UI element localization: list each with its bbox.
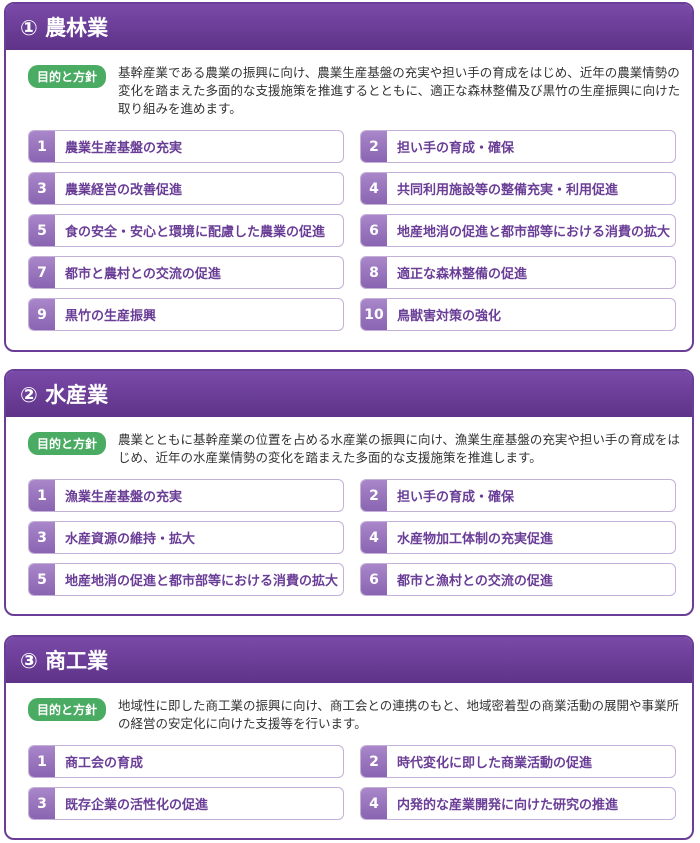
measure-number: 3 [29,173,55,204]
measure-label: 担い手の育成・確保 [397,141,515,156]
measure-item: 1 漁業生産基盤の充実 [28,479,344,512]
section-agriculture-forestry: ① 農林業 目的と方針 基幹産業である農業の振興に向け、農業生産基盤の充実や担い… [4,2,694,352]
measure-item: 4 共同利用施設等の整備充実・利用促進 [360,172,676,205]
measure-number: 4 [361,173,387,204]
measure-label: 内発的な産業開発に向けた研究の推進 [397,798,619,813]
purpose-text: 基幹産業である農業の振興に向け、農業生産基盤の充実や担い手の育成をはじめ、近年の… [118,65,681,116]
measure-number: 6 [361,564,387,595]
measure-number: 2 [361,746,387,777]
measure-item: 6 都市と漁村との交流の促進 [360,563,676,596]
measure-label: 水産資源の維持・拡大 [65,532,196,547]
measure-item: 1 商工会の育成 [28,745,344,778]
measure-number: 3 [29,522,55,553]
section-title: ① 農林業 [6,4,692,50]
measure-label: 時代変化に即した商業活動の促進 [397,756,593,771]
measure-label: 水産物加工体制の充実促進 [397,532,554,547]
measure-label: 地産地消の促進と都市部等における消費の拡大 [397,225,671,240]
measure-item: 5 食の安全・安心と環境に配慮した農業の促進 [28,214,344,247]
measure-label: 食の安全・安心と環境に配慮した農業の促進 [65,225,326,240]
measure-item: 2 時代変化に即した商業活動の促進 [360,745,676,778]
measure-item: 2 担い手の育成・確保 [360,479,676,512]
measure-label: 農業生産基盤の充実 [65,141,183,156]
measure-grid: 1 農業生産基盤の充実 2 担い手の育成・確保 3 農業経営の改善促進 4 共同利用施設… [6,118,692,331]
measure-item: 1 農業生産基盤の充実 [28,130,344,163]
measure-number: 5 [29,215,55,246]
measure-number: 4 [361,788,387,819]
section-title: ③ 商工業 [6,637,692,683]
measure-item: 3 既存企業の活性化の促進 [28,787,344,820]
section-title: ② 水産業 [6,371,692,417]
section-fisheries: ② 水産業 目的と方針 農業とともに基幹産業の位置を占める水産業の振興に向け、漁… [4,369,694,616]
measure-item: 8 適正な森林整備の促進 [360,256,676,289]
measure-item: 6 地産地消の促進と都市部等における消費の拡大 [360,214,676,247]
measure-number: 1 [29,480,55,511]
measure-label: 鳥獣害対策の強化 [397,309,502,324]
purpose-text: 地域性に即した商工業の振興に向け、商工会との連携のもと、地域密着型の商業活動の展… [118,698,680,731]
measure-label: 都市と漁村との交流の促進 [397,574,553,589]
purpose-badge: 目的と方針 [28,432,107,455]
measure-number: 2 [361,480,387,511]
measure-number: 1 [29,746,55,777]
purpose-badge: 目的と方針 [28,65,107,88]
measure-label: 地産地消の促進と都市部等における消費の拡大 [65,574,339,589]
measure-number: 5 [29,564,55,595]
measure-number: 8 [361,257,387,288]
measure-number: 10 [361,299,387,330]
measure-grid: 1 漁業生産基盤の充実 2 担い手の育成・確保 3 水産資源の維持・拡大 4 水産物加工… [6,467,692,596]
measure-item: 3 水産資源の維持・拡大 [28,521,344,554]
purpose-badge: 目的と方針 [28,698,107,721]
section-commerce-industry: ③ 商工業 目的と方針 地域性に即した商工業の振興に向け、商工会との連携のもと、… [4,635,694,840]
measure-item: 4 水産物加工体制の充実促進 [360,521,676,554]
measure-number: 7 [29,257,55,288]
measure-label: 漁業生産基盤の充実 [65,490,183,505]
measure-item: 10 鳥獣害対策の強化 [360,298,676,331]
measure-item: 9 黒竹の生産振興 [28,298,344,331]
purpose-block: 目的と方針 農業とともに基幹産業の位置を占める水産業の振興に向け、漁業生産基盤の… [6,417,692,467]
measure-number: 9 [29,299,55,330]
measure-number: 6 [361,215,387,246]
measure-label: 適正な森林整備の促進 [397,267,528,282]
measure-label: 既存企業の活性化の促進 [65,798,209,813]
measure-item: 7 都市と農村との交流の促進 [28,256,344,289]
purpose-block: 目的と方針 基幹産業である農業の振興に向け、農業生産基盤の充実や担い手の育成をは… [6,50,692,118]
measure-item: 5 地産地消の促進と都市部等における消費の拡大 [28,563,344,596]
measure-item: 4 内発的な産業開発に向けた研究の推進 [360,787,676,820]
measure-label: 商工会の育成 [65,756,144,771]
measure-label: 都市と農村との交流の促進 [65,267,221,282]
measure-number: 2 [361,131,387,162]
measure-label: 黒竹の生産振興 [65,309,157,324]
measure-label: 共同利用施設等の整備充実・利用促進 [397,183,619,198]
measure-item: 2 担い手の育成・確保 [360,130,676,163]
measure-item: 3 農業経営の改善促進 [28,172,344,205]
measure-number: 4 [361,522,387,553]
measure-grid: 1 商工会の育成 2 時代変化に即した商業活動の促進 3 既存企業の活性化の促進 4内… [6,733,692,820]
purpose-text: 農業とともに基幹産業の位置を占める水産業の振興に向け、漁業生産基盤の充実や担い手… [118,432,680,465]
measure-label: 担い手の育成・確保 [397,490,515,505]
measure-label: 農業経営の改善促進 [65,183,183,198]
measure-number: 3 [29,788,55,819]
measure-number: 1 [29,131,55,162]
purpose-block: 目的と方針 地域性に即した商工業の振興に向け、商工会との連携のもと、地域密着型の… [6,683,692,733]
